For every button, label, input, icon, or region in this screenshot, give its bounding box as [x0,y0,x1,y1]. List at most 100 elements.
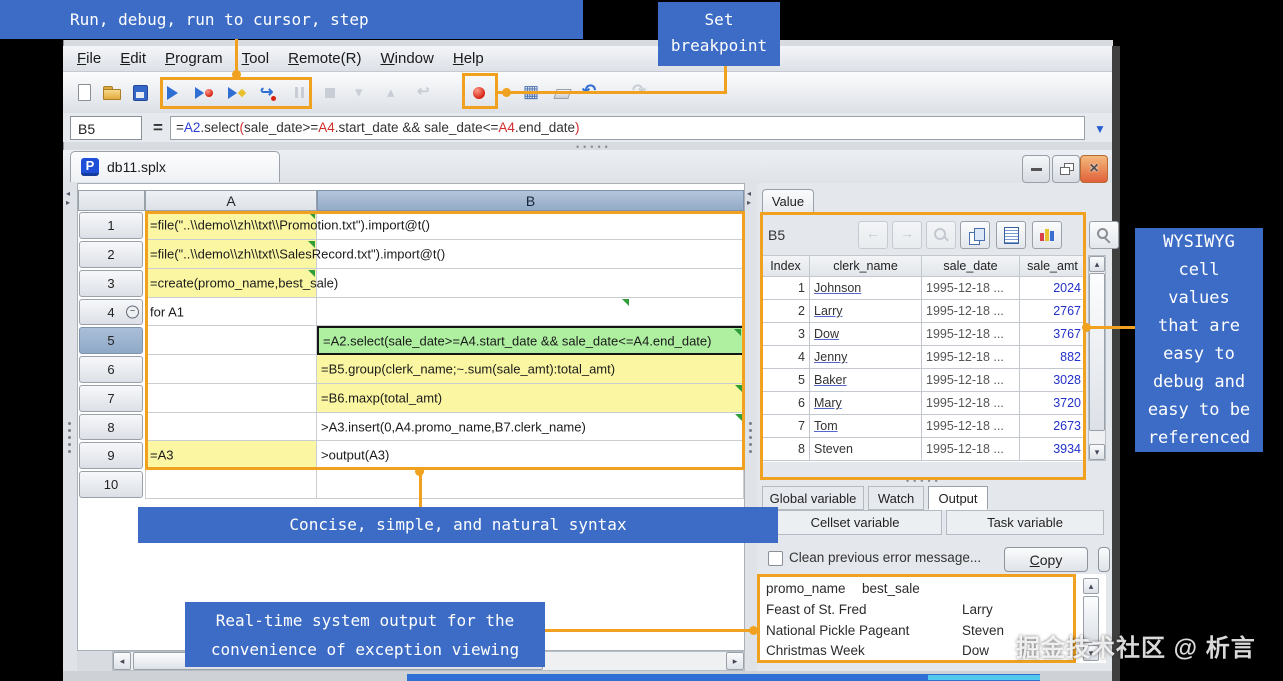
row-header-7[interactable]: 7 [79,385,143,412]
pin-button[interactable] [1089,221,1119,249]
zoom-value-button[interactable] [926,221,956,249]
cell-B5[interactable]: =A2.select(sale_date>=A4.start_date && s… [317,326,744,355]
column-header-a[interactable]: A [145,190,317,211]
row-header-10[interactable]: 10 [79,471,143,498]
collapse-icon[interactable]: − [126,306,139,319]
new-file-button[interactable] [71,80,97,106]
cell-A10[interactable] [145,470,317,499]
expand-right-icon[interactable]: ▸ [747,199,751,207]
menu-window[interactable]: Window [380,50,433,67]
row-header-8[interactable]: 8 [79,414,143,440]
value-cell-index: 7 [762,415,810,438]
scroll-up-icon[interactable]: ▴ [1089,256,1105,272]
step-into-button[interactable] [347,80,373,106]
column-header-b[interactable]: B [317,190,744,211]
cell-A7[interactable] [145,384,317,413]
row-header-5[interactable]: 5 [79,327,143,354]
value-cell-clerk[interactable]: Larry [810,300,922,323]
copy-button[interactable]: Copy [1004,547,1088,572]
row-header-4[interactable]: 4− [79,299,143,325]
value-cell-clerk[interactable]: Tom [810,415,922,438]
row-header-1[interactable]: 1 [79,212,143,239]
cell-A3[interactable]: =create(promo_name,best_sale) [145,269,317,298]
cell-A9[interactable]: =A3 [145,441,317,470]
menu-help[interactable]: Help [453,50,484,67]
value-cell-clerk[interactable]: Johnson [810,277,922,300]
step-button[interactable] [255,80,281,106]
cell-B7[interactable]: =B6.maxp(total_amt) [317,384,744,413]
cell-B3[interactable] [317,269,744,298]
value-cell-clerk[interactable]: Baker [810,369,922,392]
copy-data-button[interactable] [960,221,990,249]
splitter-handle[interactable]: ••••• [906,476,942,486]
cell-reference-input[interactable]: B5 [70,116,142,140]
value-col-header-sale_amt[interactable]: sale_amt [1020,255,1086,277]
scroll-up-icon[interactable]: ▴ [1083,578,1099,594]
save-button[interactable] [127,80,153,106]
left-splitter-strip[interactable]: ◂ ▸ [63,183,77,672]
scrollbar-thumb[interactable] [1089,273,1105,431]
row-header-6[interactable]: 6 [79,356,143,383]
draw-chart-button[interactable] [1032,221,1062,249]
value-col-header-clerk_name[interactable]: clerk_name [810,255,922,277]
scroll-left-icon[interactable]: ◂ [113,652,131,670]
formula-expand-button[interactable] [1089,117,1111,140]
open-file-button[interactable] [99,80,125,106]
cell-B9[interactable]: >output(A3) [317,441,744,470]
row-header-3[interactable]: 3 [79,270,143,297]
next-value-button[interactable] [892,221,922,249]
tab-watch[interactable]: Watch [868,486,924,510]
middle-splitter-strip[interactable]: ◂ ▸ [745,183,757,672]
grid-corner-header[interactable] [78,190,145,211]
run-to-cursor-button[interactable] [224,80,250,106]
menu-tool[interactable]: Tool [242,50,270,67]
collapse-left-icon[interactable]: ◂ [66,190,70,198]
menu-program[interactable]: Program [165,50,223,67]
stop-button[interactable] [317,80,343,106]
tab-task-variable[interactable]: Task variable [946,510,1104,535]
cell-A4[interactable]: for A1 [145,298,317,326]
minimize-button[interactable] [1022,155,1050,183]
run-button[interactable] [159,80,185,106]
value-col-header-sale_date[interactable]: sale_date [922,255,1020,277]
cell-B4[interactable] [317,298,744,326]
collapse-left-icon[interactable]: ◂ [747,190,751,198]
tab-value[interactable]: Value [762,189,814,212]
pause-button[interactable] [287,80,313,106]
value-cell-clerk[interactable]: Dow [810,323,922,346]
value-cell-clerk[interactable]: Jenny [810,346,922,369]
formula-input[interactable]: =A2.select(sale_date>=A4.start_date && s… [170,116,1085,140]
cell-A6[interactable] [145,355,317,384]
cell-B10[interactable] [317,470,744,499]
debug-button[interactable] [191,80,217,106]
tab-cellset-variable[interactable]: Cellset variable [768,510,942,535]
step-out-button[interactable] [379,80,405,106]
set-breakpoint-button[interactable] [466,80,492,106]
row-header-2[interactable]: 2 [79,241,143,268]
cell-A1[interactable]: =file("..\\demo\\zh\\txt\\Promotion.txt"… [145,211,317,240]
cell-A2[interactable]: =file("..\\demo\\zh\\txt\\SalesRecord.tx… [145,240,317,269]
value-cell-clerk[interactable]: Steven [810,438,922,461]
expand-right-icon[interactable]: ▸ [66,199,70,207]
scroll-right-icon[interactable]: ▸ [726,652,744,670]
cutoff-button[interactable] [1098,547,1110,572]
tab-db11-splx[interactable]: P db11.splx [70,151,280,182]
record-view-button[interactable] [996,221,1026,249]
clean-message-checkbox[interactable] [768,551,783,566]
cell-B6[interactable]: =B5.group(clerk_name;~.sum(sale_amt):tot… [317,355,744,384]
restore-button[interactable] [1052,155,1080,183]
close-button[interactable]: × [1080,155,1108,183]
value-cell-clerk[interactable]: Mary [810,392,922,415]
prev-value-button[interactable] [858,221,888,249]
scroll-down-icon[interactable]: ▾ [1089,444,1105,460]
menu-edit[interactable]: Edit [120,50,146,67]
menu-file[interactable]: File [77,50,101,67]
menu-remoter[interactable]: Remote(R) [288,50,361,67]
cell-A8[interactable] [145,413,317,441]
row-header-9[interactable]: 9 [79,442,143,469]
cell-B8[interactable]: >A3.insert(0,A4.promo_name,B7.clerk_name… [317,413,744,441]
tab-output[interactable]: Output [928,486,988,510]
cell-A5[interactable] [145,326,317,355]
step-return-button[interactable] [411,80,437,106]
value-col-header-Index[interactable]: Index [762,255,810,277]
